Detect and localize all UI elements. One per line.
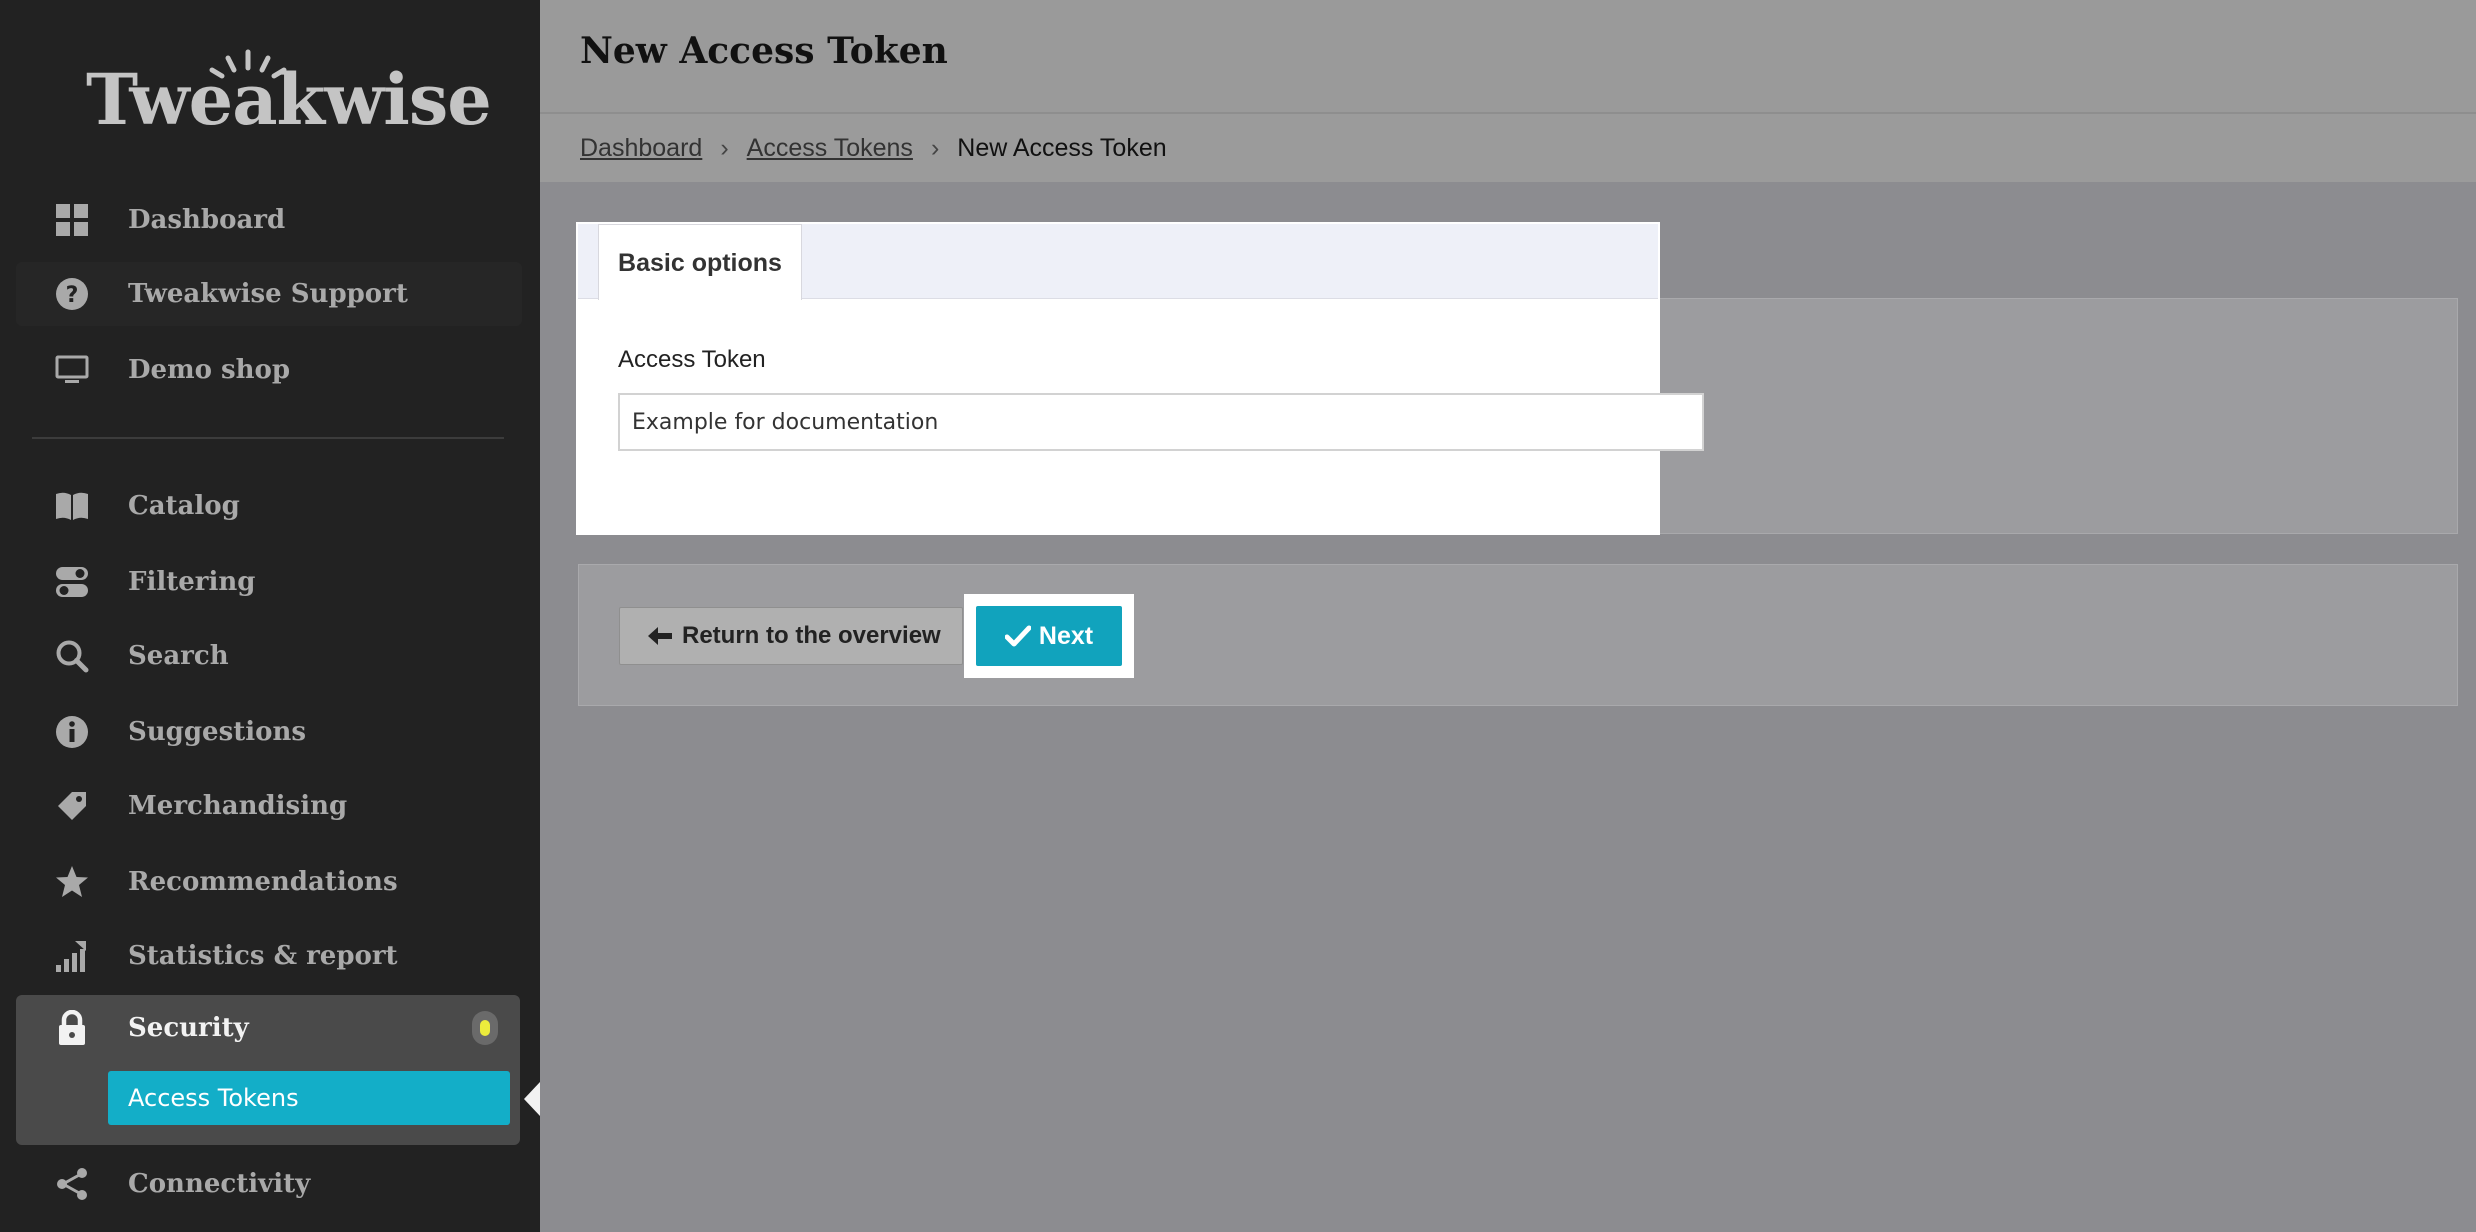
next-button-label: Next [1038,621,1094,650]
question-circle-icon: ? [54,276,90,312]
sidebar-item-dashboard[interactable]: Dashboard [16,188,522,252]
sidebar-item-security[interactable]: Security [16,995,520,1061]
monitor-icon [54,352,90,388]
return-button-label: Return to the overview [682,622,941,649]
access-token-input[interactable] [618,393,1704,451]
breadcrumb-separator: › [930,134,940,162]
book-icon [54,488,90,524]
lock-icon [54,1010,90,1046]
next-button-highlight: Next [964,594,1134,678]
sidebar-item-statistics[interactable]: Statistics & report [16,924,522,988]
page-header: New Access Token [540,0,2476,114]
sidebar-item-catalog[interactable]: Catalog [16,474,522,538]
tweakwise-logo[interactable]: Tweakwise [86,48,492,148]
sidebar-group-security: Security Access Tokens [16,995,520,1145]
info-circle-icon [54,714,90,750]
tag-icon [54,788,90,824]
main-content: New Access Token Dashboard › Access Toke… [540,0,2476,1232]
sidebar-item-label: Suggestions [128,717,306,747]
tab-label: Basic options [618,249,782,277]
search-icon [54,638,90,674]
sidebar-item-label: Catalog [128,491,240,521]
form-panel: Basic options Access Token [578,224,1704,533]
chart-icon [54,938,90,974]
breadcrumb: Dashboard › Access Tokens › New Access T… [580,134,1167,163]
sidebar-item-demo-shop[interactable]: Demo shop [16,338,522,402]
sidebar-item-support[interactable]: ? Tweakwise Support [16,262,522,326]
breadcrumb-link-dashboard[interactable]: Dashboard [580,134,702,163]
checkmark-icon [1004,625,1031,647]
sidebar-item-merchandising[interactable]: Merchandising [16,774,522,838]
tab-basic-options[interactable]: Basic options [598,224,802,300]
sidebar-item-filtering[interactable]: Filtering [16,550,522,614]
star-icon [54,864,90,900]
sidebar-item-search[interactable]: Search [16,624,522,688]
sidebar-item-recommendations[interactable]: Recommendations [16,850,522,914]
grid-icon [54,202,90,238]
sidebar-item-label: Merchandising [128,791,348,821]
sidebar-item-label: Security [128,1013,249,1043]
tab-strip: Basic options [578,224,1658,300]
breadcrumb-separator: › [720,134,729,162]
sidebar: Tweakwise Dashboard ? Tweakwise Support [0,0,540,1232]
sidebar-subitem-access-tokens[interactable]: Access Tokens [108,1071,510,1125]
sidebar-subitem-label: Access Tokens [128,1084,299,1112]
toggles-icon [54,564,90,600]
sidebar-item-suggestions[interactable]: Suggestions [16,700,522,764]
next-button[interactable]: Next [976,606,1122,666]
access-token-label: Access Token [618,346,766,373]
svg-text:?: ? [66,283,79,308]
breadcrumb-link-access-tokens[interactable]: Access Tokens [747,134,913,163]
active-item-pointer [524,1082,540,1116]
sidebar-item-label: Tweakwise Support [128,279,408,309]
sidebar-item-label: Demo shop [128,355,291,385]
breadcrumb-bar: Dashboard › Access Tokens › New Access T… [540,114,2476,182]
sidebar-item-label: Connectivity [128,1169,311,1199]
sidebar-divider [32,437,504,439]
sidebar-item-label: Filtering [128,567,256,597]
sidebar-item-label: Statistics & report [128,941,398,971]
security-status-badge [472,1011,498,1045]
return-to-overview-button[interactable]: Return to the overview [619,607,963,665]
arrow-left-icon [648,626,672,646]
sidebar-item-label: Dashboard [128,205,286,235]
share-icon [54,1166,90,1202]
sidebar-item-label: Recommendations [128,867,398,897]
page-title: New Access Token [580,30,948,72]
actions-panel: Return to the overview Next [578,564,2458,706]
sidebar-item-connectivity[interactable]: Connectivity [16,1152,522,1216]
logo-text: Tweakwise [86,58,492,141]
sidebar-item-label: Search [128,641,229,671]
breadcrumb-current: New Access Token [957,134,1167,162]
